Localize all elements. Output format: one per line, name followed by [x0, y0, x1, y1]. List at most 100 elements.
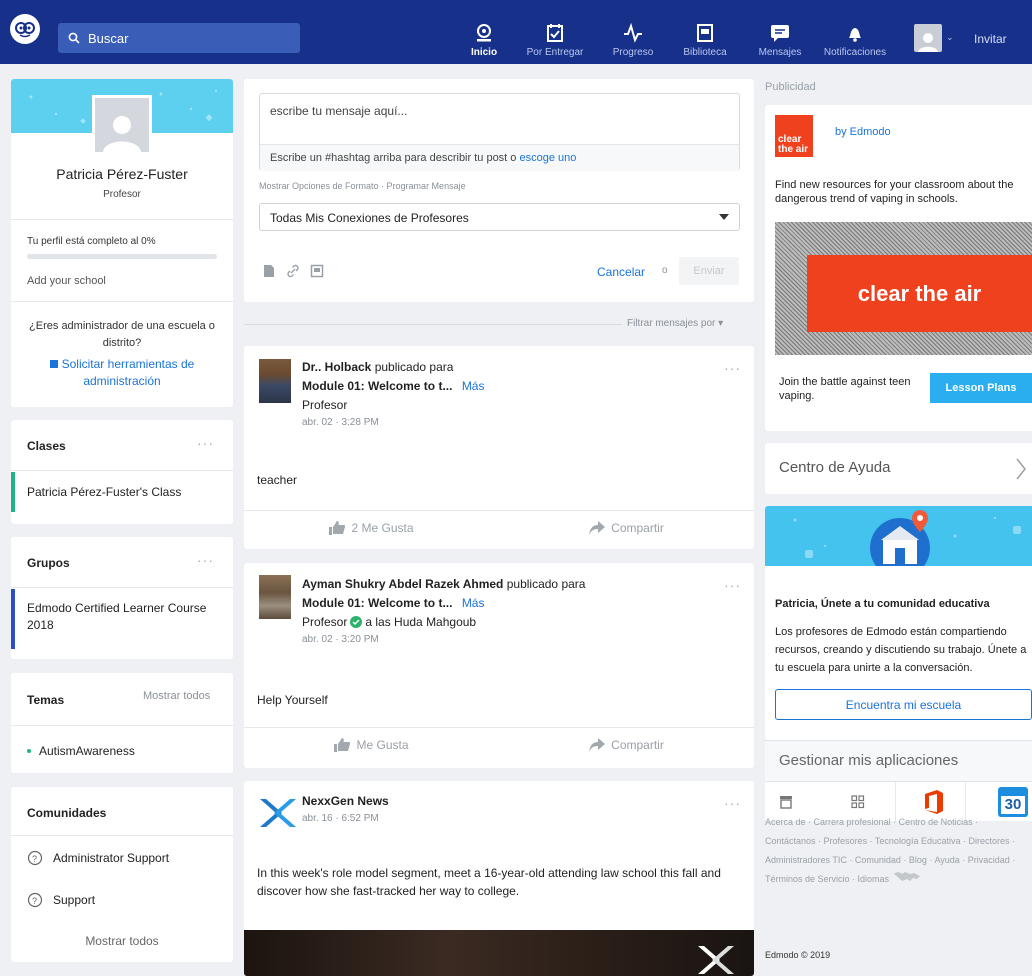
share-button[interactable]: Compartir — [499, 521, 754, 535]
help-center-card[interactable]: Centro de Ayuda — [765, 443, 1032, 494]
share-icon — [589, 521, 606, 535]
nav-messages[interactable]: Mensajes — [756, 0, 804, 64]
nav-home-label: Inicio — [470, 47, 498, 58]
lesson-plans-button[interactable]: Lesson Plans — [930, 373, 1032, 403]
more-icon[interactable]: ··· — [197, 435, 214, 451]
class-item[interactable]: Patricia Pérez-Fuster's Class — [27, 485, 181, 499]
footer-link[interactable]: Administradores TIC — [765, 855, 847, 865]
request-admin-tools-link[interactable]: Solicitar herramientas de administración — [27, 356, 217, 390]
more-icon[interactable]: ··· — [197, 552, 214, 568]
invite-link[interactable]: Invitar — [974, 32, 1007, 46]
group-item[interactable]: Edmodo Certified Learner Course 2018 — [27, 600, 217, 634]
footer-link[interactable]: Tecnología Educativa — [875, 836, 961, 846]
post-target: Module 01: Welcome to t... Más — [302, 379, 484, 393]
post-media-image[interactable] — [244, 930, 754, 976]
communities-title: Comunidades — [27, 806, 107, 820]
send-button[interactable]: Enviar — [679, 257, 739, 285]
cancel-button[interactable]: Cancelar — [597, 265, 645, 279]
pulse-icon — [624, 23, 642, 43]
recipient[interactable]: a las Huda Mahgoub — [365, 615, 476, 629]
author-avatar[interactable] — [259, 575, 291, 619]
target-group[interactable]: Module 01: Welcome to t... — [302, 379, 452, 393]
clear-the-air-logo: clear the air — [775, 115, 813, 157]
footer-link[interactable]: Términos de Servicio — [765, 874, 850, 884]
author-avatar[interactable] — [259, 359, 291, 403]
more-link[interactable]: Más — [462, 596, 485, 610]
more-icon[interactable]: ··· — [724, 795, 741, 811]
author-role: Profesor — [302, 398, 348, 412]
profile-avatar[interactable] — [92, 95, 152, 155]
post-card: Ayman Shukry Abdel Razek Ahmed publicado… — [244, 563, 754, 768]
post-date: abr. 16 · 6:52 PM — [302, 813, 379, 824]
link-icon[interactable] — [286, 264, 300, 278]
office-icon[interactable] — [923, 789, 945, 815]
topic-item[interactable]: AutismAwareness — [27, 744, 135, 758]
nav-home[interactable]: Inicio — [468, 0, 500, 64]
like-button[interactable]: 2 Me Gusta — [244, 521, 499, 535]
post-body: In this week's role model segment, meet … — [257, 866, 721, 898]
footer-link[interactable]: Directores — [968, 836, 1009, 846]
community-item-support[interactable]: ? Support — [27, 892, 95, 908]
community-title: Patricia, Únete a tu comunidad educativa — [775, 598, 990, 610]
footer-link[interactable]: Comunidad — [855, 855, 901, 865]
footer-link[interactable]: Blog — [909, 855, 927, 865]
calendar-check-icon — [547, 24, 563, 42]
share-button[interactable]: Compartir — [499, 738, 754, 752]
author-name[interactable]: NexxGen News — [302, 794, 389, 808]
or-text: o — [662, 265, 668, 276]
search-input[interactable]: Buscar — [58, 23, 300, 53]
nexxgen-logo-icon[interactable] — [258, 795, 298, 831]
post-header: Dr.. Holback publicado para — [302, 360, 453, 374]
world-map-icon — [889, 872, 922, 884]
more-link[interactable]: Más — [462, 379, 485, 393]
ad-card[interactable]: clear the air by Edmodo Find new resourc… — [765, 105, 1032, 431]
schedule-message-link[interactable]: Programar Mensaje — [387, 181, 466, 191]
nav-library[interactable]: Biblioteca — [680, 0, 730, 64]
post-actions: Me Gusta Compartir — [244, 738, 754, 752]
footer-link[interactable]: Centro de Noticias — [899, 817, 973, 827]
footer-link[interactable]: Profesores — [824, 836, 868, 846]
apps-grid-icon[interactable] — [851, 795, 865, 809]
nav-progress[interactable]: Progreso — [610, 0, 656, 64]
community-label: Support — [53, 893, 96, 907]
footer-link[interactable]: Privacidad — [968, 855, 1010, 865]
author-name[interactable]: Ayman Shukry Abdel Razek Ahmed — [302, 577, 503, 591]
choose-hashtag-link[interactable]: escoge uno — [519, 152, 576, 164]
edmodo-logo-icon[interactable] — [10, 14, 40, 44]
chevron-down-icon: ▾ — [718, 318, 724, 329]
find-my-school-button[interactable]: Encuentra mi escuela — [775, 689, 1032, 720]
user-avatar[interactable] — [914, 24, 942, 52]
footer-link[interactable]: Ayuda — [934, 855, 959, 865]
author-name[interactable]: Dr.. Holback — [302, 360, 371, 374]
footer-link[interactable]: Idiomas — [858, 874, 890, 884]
like-button[interactable]: Me Gusta — [244, 738, 499, 752]
message-textarea[interactable]: escribe tu mensaje aquí... Escribe un #h… — [259, 93, 740, 171]
classes-card: Clases ··· Patricia Pérez-Fuster's Class — [11, 420, 233, 524]
footer-link[interactable]: Acerca de — [765, 817, 806, 827]
user-icon — [103, 116, 141, 152]
more-icon[interactable]: ··· — [724, 577, 741, 593]
store-icon[interactable] — [779, 795, 793, 809]
community-label: Administrator Support — [53, 851, 170, 865]
format-options-link[interactable]: Mostrar Opciones de Formato — [259, 181, 379, 191]
more-icon[interactable]: ··· — [724, 360, 741, 376]
library-icon[interactable] — [310, 264, 324, 278]
file-icon[interactable] — [262, 264, 276, 278]
topics-show-all-link[interactable]: Mostrar todos — [143, 690, 210, 702]
caret-down-icon — [719, 214, 729, 220]
filter-messages-dropdown[interactable]: Filtrar mensajes por ▾ — [627, 318, 723, 329]
community-item-administrator-support[interactable]: ? Administrator Support — [27, 850, 169, 866]
nav-progress-label: Progreso — [612, 47, 654, 58]
chevron-down-icon[interactable]: ⌄ — [946, 32, 954, 43]
footer-link[interactable]: Contáctanos — [765, 836, 816, 846]
communities-show-all-link[interactable]: Mostrar todos — [11, 934, 233, 948]
target-group[interactable]: Module 01: Welcome to t... — [302, 596, 452, 610]
posted-for-text: publicado para — [374, 360, 454, 374]
footer-link[interactable]: Carrera profesional — [814, 817, 891, 827]
profile-name[interactable]: Patricia Pérez-Fuster — [11, 166, 233, 182]
audience-select[interactable]: Todas Mis Conexiones de Profesores — [259, 203, 740, 231]
ad-banner-image: clear the air — [775, 222, 1032, 355]
add-school-link[interactable]: Add your school — [27, 275, 106, 287]
nav-due[interactable]: Por Entregar — [522, 0, 588, 64]
nav-notifications[interactable]: Notificaciones — [818, 0, 892, 64]
